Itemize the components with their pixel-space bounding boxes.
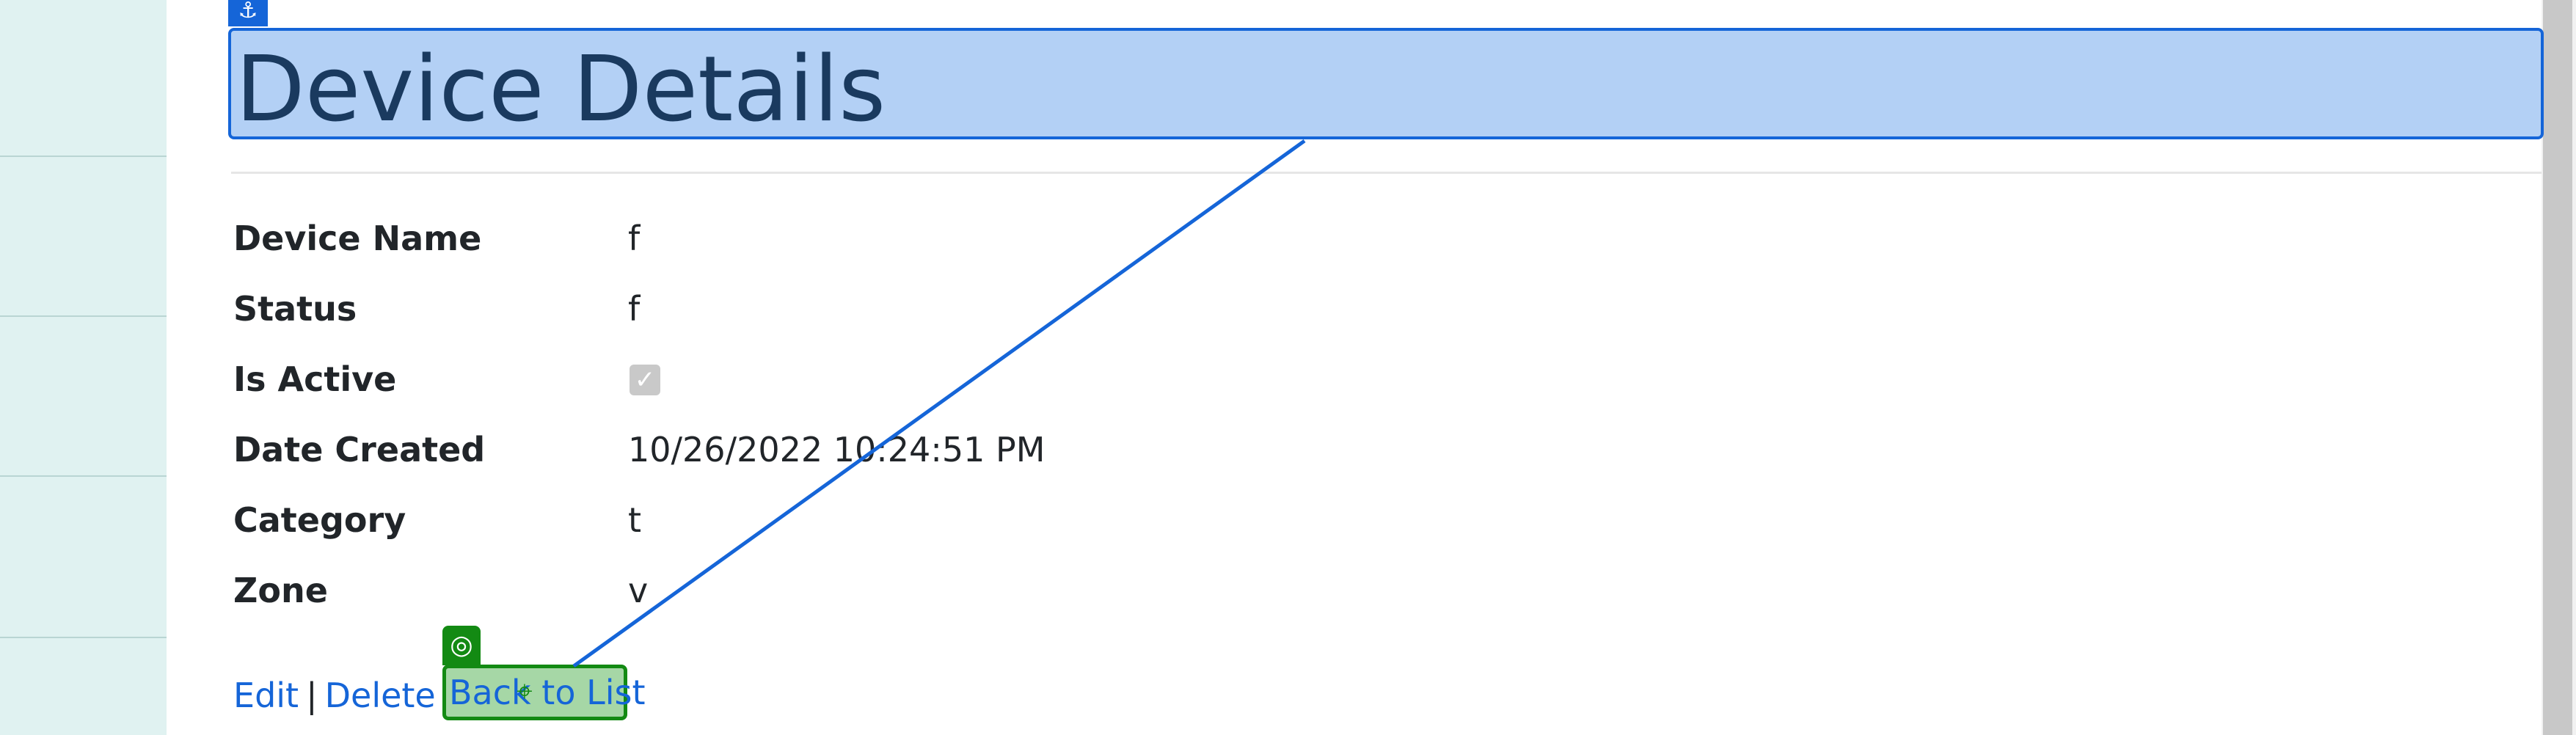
title-divider [231,172,2542,174]
detail-value: t [628,500,642,540]
detail-value: f [628,219,641,258]
detail-row-is-active: Is Active ✓ [233,357,1407,401]
detail-label: Is Active [233,359,397,399]
detail-value: 10/26/2022 10:24:51 PM [628,430,1046,469]
sidebar-divider [0,475,167,477]
sidebar-divider [0,315,167,317]
vertical-scrollbar[interactable] [2542,0,2576,735]
detail-row-category: Category t [233,498,1407,542]
action-links: Edit|Delete| [233,673,461,717]
detail-label: Device Name [233,219,482,258]
scrollbar-thumb[interactable] [2543,0,2572,735]
page-title-highlight: Device Details [228,28,2544,139]
page-title: Device Details [236,37,886,142]
detail-value: v [628,571,649,610]
detail-row-device-name: Device Name f [233,216,1407,260]
detail-row-status: Status f [233,287,1407,331]
sidebar-divider [0,637,167,638]
anchor-icon: ⚓ [228,0,268,26]
edit-link[interactable]: Edit [233,676,299,715]
detail-row-date-created: Date Created 10/26/2022 10:24:51 PM [233,428,1407,472]
delete-link[interactable]: Delete [325,676,436,715]
detail-value: f [628,289,641,329]
target-icon: ◎ [442,626,481,665]
link-separator: | [306,676,318,715]
crosshair-icon: ⌖ [517,675,533,707]
is-active-checkbox: ✓ [630,365,660,395]
detail-label: Date Created [233,430,486,469]
detail-label: Zone [233,571,328,610]
back-to-list-link[interactable]: Back to List [449,670,646,714]
detail-row-zone: Zone v [233,568,1407,612]
sidebar [0,0,167,735]
detail-label: Status [233,289,357,329]
sidebar-divider [0,156,167,157]
detail-label: Category [233,500,406,540]
